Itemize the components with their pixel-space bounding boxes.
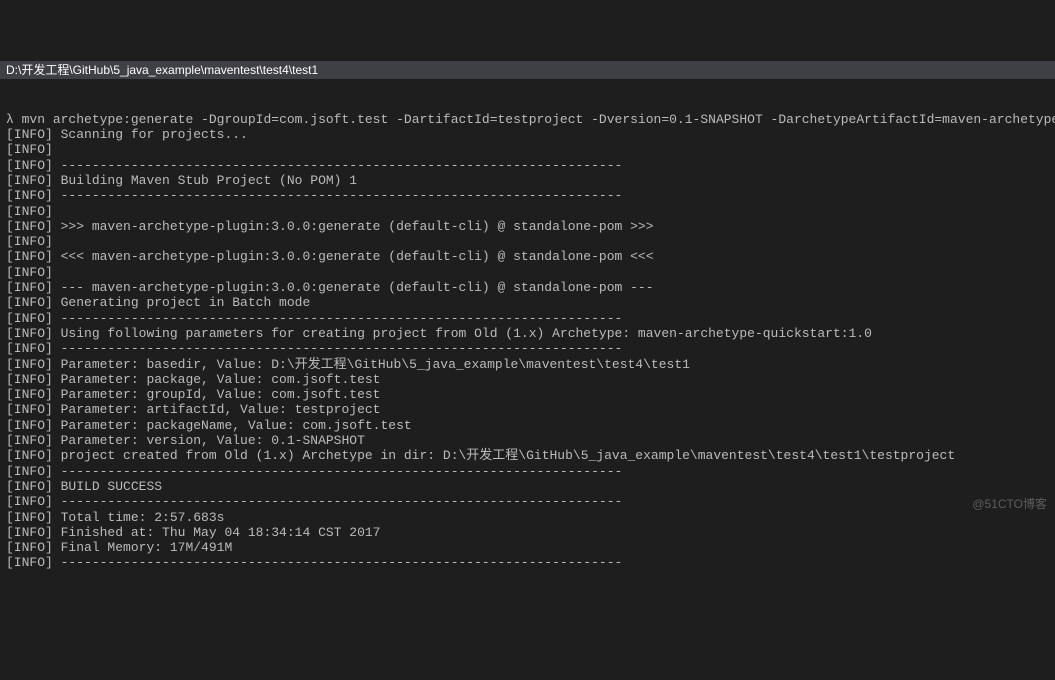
log-line: [INFO] ---------------------------------… — [6, 341, 1049, 356]
log-tag: [INFO] — [6, 265, 53, 280]
log-message: Total time: 2:57.683s — [61, 510, 225, 525]
log-tag: [INFO] — [6, 479, 53, 494]
log-tag: [INFO] — [6, 219, 53, 234]
log-line: [INFO] ---------------------------------… — [6, 494, 1049, 509]
log-line: [INFO] Final Memory: 17M/491M — [6, 540, 1049, 555]
log-line: [INFO] Parameter: groupId, Value: com.js… — [6, 387, 1049, 402]
log-separator: ----------------------------------------… — [61, 494, 623, 509]
log-tag: [INFO] — [6, 402, 53, 417]
log-tag: [INFO] — [6, 295, 53, 310]
log-message: <<< maven-archetype-plugin:3.0.0:generat… — [61, 249, 654, 264]
log-tag: [INFO] — [6, 173, 53, 188]
log-message: BUILD SUCCESS — [61, 479, 162, 494]
log-line: [INFO] — [6, 204, 1049, 219]
log-line: [INFO] Total time: 2:57.683s — [6, 510, 1049, 525]
log-message: Generating project in Batch mode — [61, 295, 311, 310]
log-line: [INFO] >>> maven-archetype-plugin:3.0.0:… — [6, 219, 1049, 234]
command-text: mvn archetype:generate -DgroupId=com.jso… — [22, 112, 1055, 127]
log-message: Parameter: packageName, Value: com.jsoft… — [61, 418, 412, 433]
log-tag: [INFO] — [6, 341, 53, 356]
log-tag: [INFO] — [6, 510, 53, 525]
log-tag: [INFO] — [6, 357, 53, 372]
prompt-glyph: λ — [6, 112, 14, 127]
log-line: [INFO] --- maven-archetype-plugin:3.0.0:… — [6, 280, 1049, 295]
watermark: @51CTO博客 — [972, 497, 1047, 512]
log-tag: [INFO] — [6, 372, 53, 387]
log-line: [INFO] ---------------------------------… — [6, 311, 1049, 326]
log-message: Parameter: package, Value: com.jsoft.tes… — [61, 372, 381, 387]
log-tag: [INFO] — [6, 204, 53, 219]
log-line: [INFO] Parameter: package, Value: com.js… — [6, 372, 1049, 387]
log-separator: ----------------------------------------… — [61, 555, 623, 570]
log-separator: ----------------------------------------… — [61, 311, 623, 326]
log-tag: [INFO] — [6, 326, 53, 341]
log-tag: [INFO] — [6, 494, 53, 509]
log-tag: [INFO] — [6, 142, 53, 157]
log-message: Final Memory: 17M/491M — [61, 540, 233, 555]
log-line: [INFO] project created from Old (1.x) Ar… — [6, 448, 1049, 463]
log-message: --- maven-archetype-plugin:3.0.0:generat… — [61, 280, 654, 295]
log-tag: [INFO] — [6, 188, 53, 203]
log-separator: ----------------------------------------… — [61, 188, 623, 203]
log-message: Parameter: artifactId, Value: testprojec… — [61, 402, 381, 417]
log-line: [INFO] — [6, 265, 1049, 280]
log-message: Scanning for projects... — [61, 127, 248, 142]
log-line: [INFO] — [6, 142, 1049, 157]
log-tag: [INFO] — [6, 249, 53, 264]
terminal-output[interactable]: λ mvn archetype:generate -DgroupId=com.j… — [0, 110, 1055, 573]
log-tag: [INFO] — [6, 464, 53, 479]
log-line: [INFO] Parameter: basedir, Value: D:\开发工… — [6, 357, 1049, 372]
log-message: Parameter: basedir, Value: D:\开发工程\GitHu… — [61, 357, 690, 372]
log-tag: [INFO] — [6, 418, 53, 433]
log-line: [INFO] ---------------------------------… — [6, 464, 1049, 479]
window-titlebar: D:\开发工程\GitHub\5_java_example\maventest\… — [0, 61, 1055, 79]
log-tag: [INFO] — [6, 234, 53, 249]
log-tag: [INFO] — [6, 311, 53, 326]
log-tag: [INFO] — [6, 448, 53, 463]
log-tag: [INFO] — [6, 127, 53, 142]
log-line: [INFO] Parameter: artifactId, Value: tes… — [6, 402, 1049, 417]
log-line: [INFO] Parameter: packageName, Value: co… — [6, 418, 1049, 433]
log-message: >>> maven-archetype-plugin:3.0.0:generat… — [61, 219, 654, 234]
log-tag: [INFO] — [6, 433, 53, 448]
log-tag: [INFO] — [6, 280, 53, 295]
log-line: [INFO] Parameter: version, Value: 0.1-SN… — [6, 433, 1049, 448]
prompt-line: λ mvn archetype:generate -DgroupId=com.j… — [6, 112, 1049, 127]
log-separator: ----------------------------------------… — [61, 158, 623, 173]
log-message: Finished at: Thu May 04 18:34:14 CST 201… — [61, 525, 381, 540]
log-message: Parameter: groupId, Value: com.jsoft.tes… — [61, 387, 381, 402]
log-line: [INFO] ---------------------------------… — [6, 555, 1049, 570]
log-line: [INFO] ---------------------------------… — [6, 188, 1049, 203]
log-line: [INFO] Finished at: Thu May 04 18:34:14 … — [6, 525, 1049, 540]
log-separator: ----------------------------------------… — [61, 464, 623, 479]
log-tag: [INFO] — [6, 387, 53, 402]
log-tag: [INFO] — [6, 540, 53, 555]
log-message: Building Maven Stub Project (No POM) 1 — [61, 173, 357, 188]
log-tag: [INFO] — [6, 158, 53, 173]
log-line: [INFO] Generating project in Batch mode — [6, 295, 1049, 310]
log-line: [INFO] <<< maven-archetype-plugin:3.0.0:… — [6, 249, 1049, 264]
log-line: [INFO] — [6, 234, 1049, 249]
log-message: Parameter: version, Value: 0.1-SNAPSHOT — [61, 433, 365, 448]
log-message: Using following parameters for creating … — [61, 326, 872, 341]
log-lines: [INFO] Scanning for projects...[INFO] [I… — [6, 127, 1049, 571]
log-line: [INFO] Building Maven Stub Project (No P… — [6, 173, 1049, 188]
log-message: project created from Old (1.x) Archetype… — [61, 448, 956, 463]
log-separator: ----------------------------------------… — [61, 341, 623, 356]
log-line: [INFO] ---------------------------------… — [6, 158, 1049, 173]
log-line: [INFO] BUILD SUCCESS — [6, 479, 1049, 494]
window-title-path: D:\开发工程\GitHub\5_java_example\maventest\… — [6, 63, 318, 78]
log-line: [INFO] Using following parameters for cr… — [6, 326, 1049, 341]
log-line: [INFO] Scanning for projects... — [6, 127, 1049, 142]
log-tag: [INFO] — [6, 525, 53, 540]
log-tag: [INFO] — [6, 555, 53, 570]
